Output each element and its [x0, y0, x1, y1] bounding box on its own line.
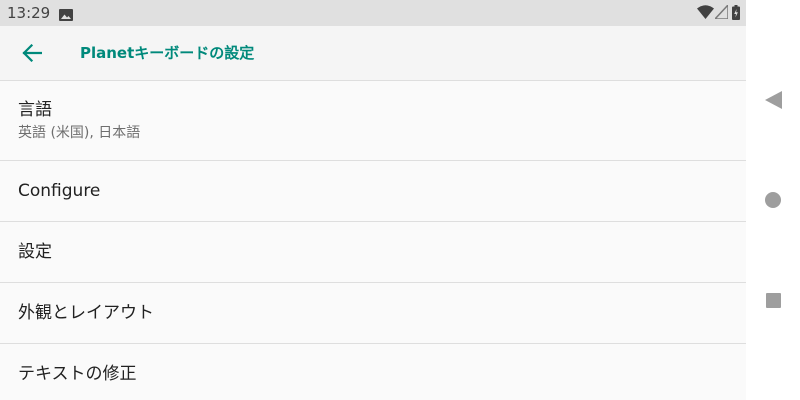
cell-signal-icon [715, 5, 728, 19]
toolbar: Planetキーボードの設定 [0, 26, 746, 81]
setting-text-correction[interactable]: テキストの修正 [0, 344, 746, 400]
page-title: Planetキーボードの設定 [80, 44, 255, 62]
image-icon [59, 6, 73, 25]
settings-screen: 13:29 Planetキーボードの設定 言語 英語 (米国), 日本語 Con… [0, 0, 746, 400]
recents-square-icon [765, 292, 781, 308]
setting-preferences[interactable]: 設定 [0, 222, 746, 283]
setting-title: 言語 [18, 100, 52, 120]
back-button[interactable] [10, 31, 54, 75]
navigation-bar [746, 0, 800, 400]
status-bar: 13:29 [0, 0, 746, 26]
setting-summary: 英語 (米国), 日本語 [18, 125, 141, 141]
settings-list: 言語 英語 (米国), 日本語 Configure 設定 外観とレイアウト テキ… [0, 81, 746, 400]
arrow-left-icon [22, 44, 42, 62]
battery-icon [732, 5, 740, 20]
setting-title: テキストの修正 [18, 364, 137, 384]
setting-title: 設定 [18, 242, 52, 262]
setting-appearance-layout[interactable]: 外観とレイアウト [0, 283, 746, 344]
back-triangle-icon [764, 91, 782, 109]
nav-recents-button[interactable] [755, 282, 791, 318]
nav-home-button[interactable] [755, 182, 791, 218]
setting-title: 外観とレイアウト [18, 303, 154, 323]
home-circle-icon [765, 192, 781, 208]
setting-configure[interactable]: Configure [0, 161, 746, 222]
wifi-icon [697, 5, 714, 19]
setting-language[interactable]: 言語 英語 (米国), 日本語 [0, 81, 746, 161]
nav-back-button[interactable] [755, 82, 791, 118]
setting-title: Configure [18, 181, 101, 201]
status-time: 13:29 [7, 4, 51, 22]
